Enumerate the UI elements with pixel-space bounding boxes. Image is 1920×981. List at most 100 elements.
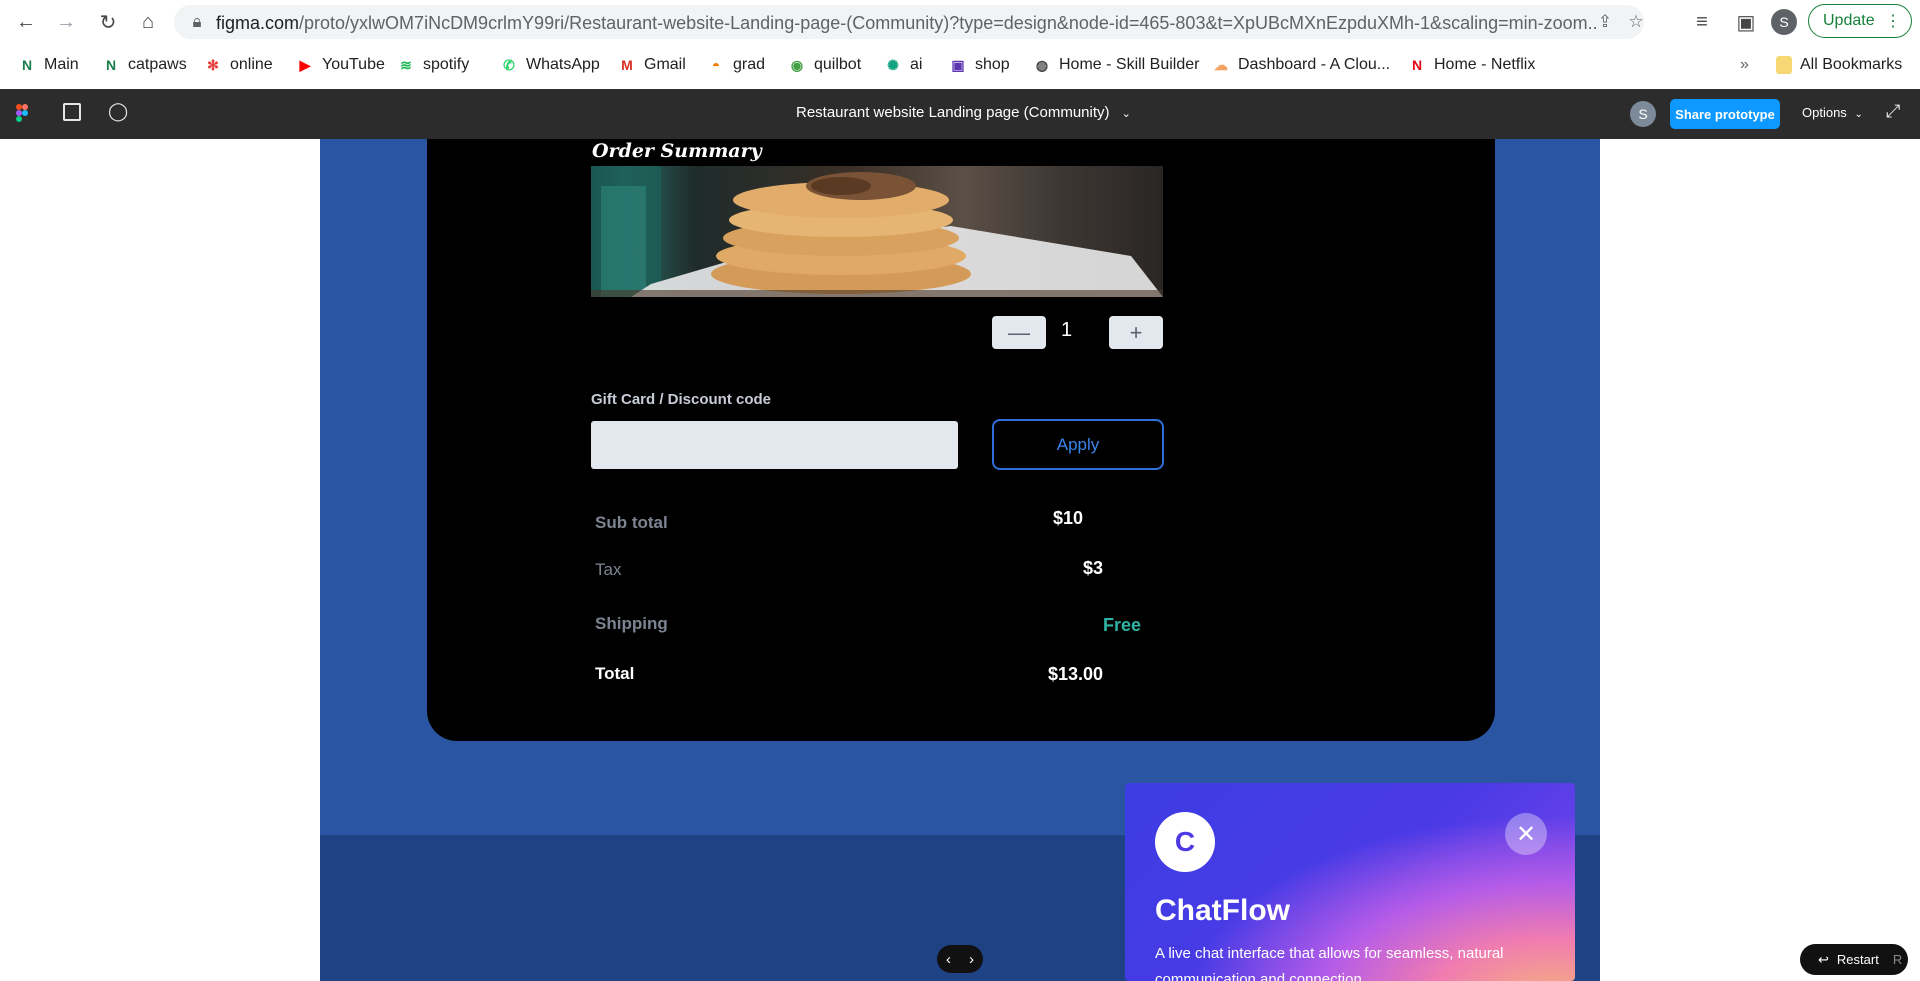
options-label: Options xyxy=(1802,105,1847,120)
gmail-icon: M xyxy=(621,57,633,73)
discount-code-input[interactable] xyxy=(591,421,958,469)
comment-icon[interactable]: ◯ xyxy=(108,101,128,122)
bookmark-youtube[interactable]: ▶ YouTube xyxy=(296,54,385,76)
next-frame-icon[interactable]: › xyxy=(969,951,974,968)
figma-toolbar: ◯ Restaurant website Landing page (Commu… xyxy=(0,89,1920,139)
bookmark-whatsapp[interactable]: ✆ WhatsApp xyxy=(500,54,600,76)
all-bookmarks[interactable]: All Bookmarks xyxy=(1776,54,1902,76)
bookmark-star-icon[interactable]: ☆ xyxy=(1625,11,1647,33)
prototype-pager: ‹ › xyxy=(937,945,983,973)
bookmarks-bar: N Main Ncatpaws ✻ online ▶ YouTube ≋ spotify ✆ Wha… xyxy=(0,44,1920,87)
whatsapp-icon: ✆ xyxy=(503,56,515,73)
chevron-down-icon: ⌄ xyxy=(1121,108,1131,120)
bookmark-dashboard-a-clou[interactable]: ☁ Dashboard - A Clou... xyxy=(1212,54,1390,76)
bookmark-label: WhatsApp xyxy=(526,56,600,73)
apply-button[interactable]: Apply xyxy=(992,419,1164,470)
subtotal-label: Sub total xyxy=(595,513,668,532)
url-text[interactable]: figma.com/proto/yxlwOM7iNcDM9crlmY99ri/R… xyxy=(216,13,1596,34)
fullscreen-icon[interactable]: ⤢ xyxy=(1886,101,1900,122)
bookmark-label: Gmail xyxy=(644,56,686,73)
shipping-label: Shipping xyxy=(595,614,668,633)
decrease-quantity-button[interactable]: — xyxy=(992,316,1046,349)
bookmark-label: Main xyxy=(44,56,79,73)
bookmark-label: Dashboard - A Clou... xyxy=(1238,56,1391,73)
folder-icon xyxy=(1776,56,1792,74)
bookmark-label: Home - Skill Builder xyxy=(1059,56,1200,73)
sidebar-toggle-icon[interactable] xyxy=(63,103,81,121)
side-panel-icon[interactable]: ▣ xyxy=(1732,8,1760,36)
address-bar[interactable]: 🔒︎ figma.com/proto/yxlwOM7iNcDM9crlmY99r… xyxy=(174,5,1644,39)
chatflow-description: A live chat interface that allows for se… xyxy=(1155,945,1504,981)
chatflow-title: ChatFlow xyxy=(1155,894,1290,927)
back-icon[interactable]: ← xyxy=(12,8,40,36)
quillbot-icon: ◉ xyxy=(790,56,804,73)
media-queue-icon[interactable]: ≡ xyxy=(1688,8,1716,36)
tax-value: $3 xyxy=(1083,558,1104,578)
home-icon[interactable]: ⌂ xyxy=(134,8,162,36)
forward-icon[interactable]: → xyxy=(52,8,80,36)
figma-user-avatar[interactable]: S xyxy=(1630,101,1656,127)
restart-shortcut: R xyxy=(1892,952,1903,967)
chatflow-avatar: C xyxy=(1155,812,1215,872)
quantity-value: 1 xyxy=(1061,319,1073,341)
bookmark-online[interactable]: ✻ online xyxy=(204,54,273,76)
notion-icon: N xyxy=(21,57,33,73)
close-icon[interactable]: ✕ xyxy=(1505,813,1547,855)
chevron-down-icon: ⌄ xyxy=(1854,109,1863,120)
share-page-icon[interactable]: ⇪ xyxy=(1594,11,1616,33)
options-menu[interactable]: Options ⌄ xyxy=(1802,105,1863,120)
food-image xyxy=(591,166,1163,297)
bookmark-label: quilbot xyxy=(814,56,862,73)
discount-code-label: Gift Card / Discount code xyxy=(591,391,772,408)
previous-frame-icon[interactable]: ‹ xyxy=(946,951,951,968)
more-vert-icon[interactable]: ⋮ xyxy=(1885,11,1901,31)
chatflow-widget[interactable]: C ✕ ChatFlow A live chat interface that … xyxy=(1125,783,1575,981)
shop-icon: ▣ xyxy=(951,56,965,73)
bookmark-catpaws[interactable]: Ncatpaws xyxy=(102,54,187,76)
netflix-icon: N xyxy=(1411,57,1423,73)
update-label: Update xyxy=(1823,12,1875,29)
total-label: Total xyxy=(595,664,635,683)
bookmark-ai[interactable]: ✺ ai xyxy=(884,54,922,76)
subtotal-value: $10 xyxy=(1053,508,1084,528)
bookmark-label: catpaws xyxy=(128,56,187,73)
notion-icon: N xyxy=(105,57,117,73)
bookmark-main[interactable]: N Main xyxy=(18,54,79,76)
spotify-icon: ≋ xyxy=(400,56,412,73)
bookmark-gmail[interactable]: M Gmail xyxy=(618,54,686,76)
total-value: $13.00 xyxy=(1048,664,1104,684)
browser-profile-avatar[interactable]: S xyxy=(1771,9,1797,35)
bookmark-home-skill-builder[interactable]: ◍ Home - Skill Builder xyxy=(1033,54,1200,76)
bookmark-label: shop xyxy=(975,56,1010,73)
bookmarks-overflow-icon[interactable]: » xyxy=(1740,54,1749,76)
update-button[interactable]: Update ⋮ xyxy=(1808,4,1912,38)
increase-quantity-button[interactable]: + xyxy=(1109,316,1163,349)
share-prototype-button[interactable]: Share prototype xyxy=(1670,99,1780,129)
bookmark-spotify[interactable]: ≋ spotify xyxy=(397,54,469,76)
bookmark-label: grad xyxy=(733,56,766,73)
restart-button[interactable]: ↩ Restart R xyxy=(1800,944,1908,975)
bookmark-label: YouTube xyxy=(322,56,385,73)
prototype-canvas: Order Summary — 1 + Gift Card / Discount… xyxy=(0,139,1920,981)
youtube-icon: ▶ xyxy=(299,56,311,73)
bookmark-grad[interactable]: ◓ grad xyxy=(707,54,765,76)
globe-icon: ◍ xyxy=(1035,56,1049,73)
restart-label: Restart xyxy=(1836,952,1879,967)
reload-icon[interactable]: ↻ xyxy=(94,8,122,36)
cloud-icon: ☁ xyxy=(1214,56,1228,73)
grad-icon: ◓ xyxy=(711,57,721,73)
minus-icon: — xyxy=(1008,319,1030,345)
plus-icon: + xyxy=(1129,319,1143,345)
bookmark-label: spotify xyxy=(423,56,470,73)
lock-icon[interactable]: 🔒︎ xyxy=(186,11,208,33)
prototype-title[interactable]: Restaurant website Landing page (Communi… xyxy=(796,104,1131,121)
bookmark-home-netflix[interactable]: N Home - Netflix xyxy=(1408,54,1535,76)
bookmark-shop[interactable]: ▣ shop xyxy=(949,54,1010,76)
openai-icon: ✺ xyxy=(887,56,899,73)
bookmark-quilbot[interactable]: ◉ quilbot xyxy=(788,54,861,76)
prototype-title-text: Restaurant website Landing page (Communi… xyxy=(796,104,1110,121)
figma-logo-icon[interactable] xyxy=(16,103,28,123)
shipping-value: Free xyxy=(1103,615,1142,635)
bookmark-label: ai xyxy=(910,56,923,73)
online-icon: ✻ xyxy=(207,56,219,73)
